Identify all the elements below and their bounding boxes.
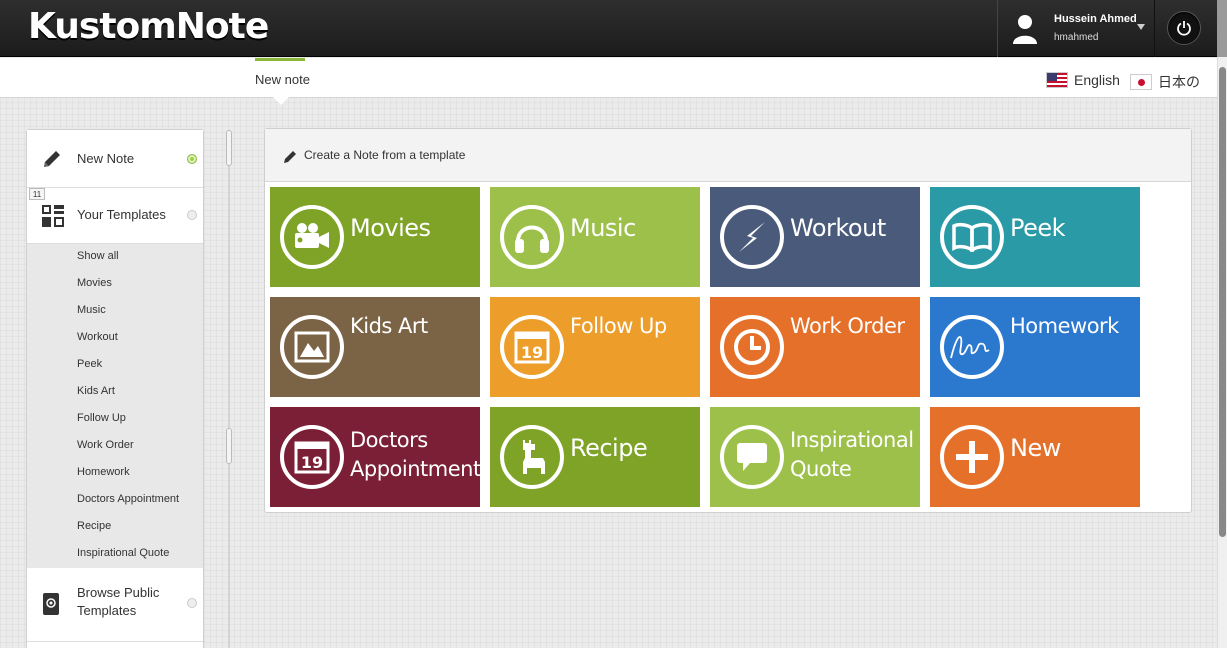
calendar-icon: 19	[500, 315, 564, 379]
template-recipe[interactable]: Recipe	[77, 520, 111, 532]
user-icon	[1013, 15, 1037, 44]
tile-label: Music	[570, 214, 636, 242]
tile-inspirational-quote[interactable]: Inspirational Quote	[710, 407, 920, 507]
sidebar-item-label-line2: Templates	[77, 603, 137, 618]
pencil-icon	[44, 151, 60, 167]
picture-icon	[280, 315, 344, 379]
scrollbar-top-cap	[1217, 0, 1227, 57]
sidebar-item-label: New Note	[77, 151, 135, 166]
tile-label: Doctors Appointment	[350, 426, 480, 484]
tile-label: Work Order	[790, 314, 905, 338]
tile-label-line2: Quote	[790, 457, 852, 481]
template-kids-art[interactable]: Kids Art	[77, 385, 115, 397]
headphones-icon	[500, 205, 564, 269]
us-flag-icon	[1046, 72, 1068, 88]
sidebar-item-new-note[interactable]: New Note	[27, 130, 203, 188]
tile-movies[interactable]: Movies	[270, 187, 480, 287]
tile-kids-art[interactable]: Kids Art	[270, 297, 480, 397]
power-icon	[1177, 21, 1191, 36]
tile-label: New	[1010, 434, 1061, 462]
user-name: Hussein Ahmed	[1054, 13, 1137, 25]
film-camera-icon	[280, 205, 344, 269]
templates-count-badge: 11	[29, 188, 45, 200]
calendar-icon: 19	[280, 425, 344, 489]
template-homework[interactable]: Homework	[77, 466, 130, 478]
language-japanese-label: 日本の	[1158, 74, 1200, 90]
tile-label: Inspirational Quote	[790, 426, 914, 484]
tile-label: Kids Art	[350, 314, 428, 338]
sidebar-item-label: Your Templates	[77, 207, 166, 222]
tile-label-line2: Appointment	[350, 457, 480, 481]
tile-peek[interactable]: Peek	[930, 187, 1140, 287]
panel-header: Create a Note from a template	[265, 129, 1191, 182]
logout-button[interactable]	[1167, 11, 1201, 45]
tile-label: Follow Up	[570, 314, 667, 338]
tile-homework[interactable]: Homework	[930, 297, 1140, 397]
pencil-icon	[284, 151, 296, 163]
page-scrollbar[interactable]	[1217, 57, 1227, 648]
template-follow-up[interactable]: Follow Up	[77, 412, 126, 424]
template-panel: Create a Note from a template Movies Mus…	[264, 128, 1192, 513]
clock-icon	[720, 315, 784, 379]
tile-label-line1: Inspirational	[790, 428, 914, 452]
template-doctors-appointment[interactable]: Doctors Appointment	[77, 493, 179, 505]
template-inspirational-quote[interactable]: Inspirational Quote	[77, 547, 169, 559]
pane-splitter[interactable]	[228, 130, 230, 648]
template-music[interactable]: Music	[77, 304, 106, 316]
panel-title: Create a Note from a template	[304, 148, 466, 162]
language-japanese[interactable]: 日本の	[1130, 72, 1200, 92]
calendar-day: 19	[521, 343, 543, 362]
active-tab-indicator	[255, 58, 305, 61]
language-english[interactable]: English	[1046, 72, 1120, 88]
tile-music[interactable]: Music	[490, 187, 700, 287]
templates-icon	[42, 205, 64, 227]
tile-label: Recipe	[570, 434, 648, 462]
plus-icon	[940, 425, 1004, 489]
tile-new[interactable]: New	[930, 407, 1140, 507]
template-peek[interactable]: Peek	[77, 358, 102, 370]
tab-pointer	[273, 97, 289, 105]
sidebar: New Note 11 Your Templates Show all Movi…	[26, 129, 204, 648]
top-bar: KustomNote Hussein Ahmed hmahmed	[0, 0, 1227, 57]
sub-navigation: New note English 日本の	[0, 58, 1217, 105]
active-indicator	[187, 154, 197, 164]
splitter-grip-middle[interactable]	[226, 428, 232, 464]
sidebar-item-browse-public-templates[interactable]: Browse Public Templates	[27, 568, 203, 642]
japan-flag-icon	[1130, 74, 1152, 90]
template-work-order[interactable]: Work Order	[77, 439, 134, 451]
template-list: Show all Movies Music Workout Peek Kids …	[27, 244, 203, 568]
tile-label: Homework	[1010, 314, 1119, 338]
sidebar-item-label-line1: Browse Public	[77, 585, 160, 600]
splitter-grip-top[interactable]	[226, 130, 232, 166]
calendar-day: 19	[301, 453, 323, 472]
tile-label: Workout	[790, 214, 886, 242]
scrollbar-thumb[interactable]	[1219, 67, 1226, 537]
tile-workout[interactable]: Workout	[710, 187, 920, 287]
language-english-label: English	[1074, 72, 1120, 88]
template-workout[interactable]: Workout	[77, 331, 118, 343]
tile-work-order[interactable]: Work Order	[710, 297, 920, 397]
book-icon	[940, 205, 1004, 269]
tile-label: Movies	[350, 214, 431, 242]
sidebar-item-your-templates[interactable]: 11 Your Templates	[27, 188, 203, 244]
user-menu[interactable]: Hussein Ahmed hmahmed	[997, 0, 1155, 57]
app-logo[interactable]: KustomNote	[28, 6, 269, 47]
tab-new-note[interactable]: New note	[255, 72, 310, 87]
template-movies[interactable]: Movies	[77, 277, 112, 289]
signature-icon	[940, 315, 1004, 379]
llama-icon	[500, 425, 564, 489]
tile-recipe[interactable]: Recipe	[490, 407, 700, 507]
template-show-all[interactable]: Show all	[77, 250, 119, 262]
tile-label: Peek	[1010, 214, 1066, 242]
inactive-indicator	[187, 210, 197, 220]
user-handle: hmahmed	[1054, 32, 1099, 43]
tile-label-line1: Doctors	[350, 428, 428, 452]
lightning-icon	[720, 205, 784, 269]
inactive-indicator	[187, 598, 197, 608]
address-book-icon	[43, 593, 59, 615]
chevron-down-icon[interactable]	[1137, 24, 1145, 30]
speech-bubble-icon	[720, 425, 784, 489]
tile-follow-up[interactable]: 19 Follow Up	[490, 297, 700, 397]
tile-doctors-appointment[interactable]: 19 Doctors Appointment	[270, 407, 480, 507]
